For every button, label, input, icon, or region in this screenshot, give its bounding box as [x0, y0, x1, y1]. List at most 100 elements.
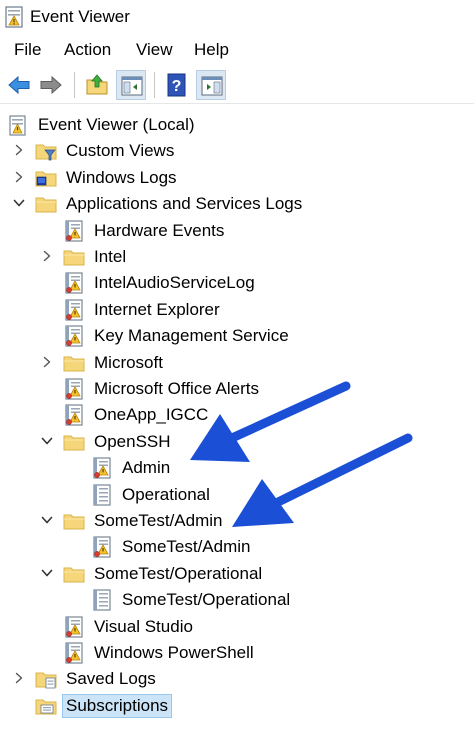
event-log-icon [65, 220, 83, 242]
tree-item[interactable]: Microsoft [0, 350, 474, 376]
menu-file[interactable]: File [14, 39, 41, 61]
tree-item[interactable]: Hardware Events [0, 218, 474, 244]
chevron-right-icon[interactable] [12, 170, 26, 184]
event-log-icon [65, 404, 83, 426]
folder-filter-icon [35, 144, 57, 161]
menu-bar: File Action View Help [0, 36, 474, 64]
tree-item-label: SomeTest/Operational [94, 563, 263, 583]
window-title: Event Viewer [30, 7, 130, 26]
log-plain-icon [93, 484, 111, 506]
folder-icon [63, 250, 85, 266]
tree-item-label: Event Viewer (Local) [38, 115, 195, 134]
event-viewer-icon [5, 6, 23, 28]
up-one-level-button[interactable] [82, 70, 112, 100]
tree-item[interactable]: Internet Explorer [0, 297, 474, 323]
folder-icon [63, 356, 85, 372]
event-log-icon [65, 272, 83, 294]
tree-item[interactable]: SomeTest/Operational [0, 561, 474, 587]
folder-saved-icon [35, 672, 57, 689]
tree-item-label: OpenSSH [94, 431, 171, 451]
toolbar-separator [74, 72, 75, 98]
tree-item-label: Applications and Services Logs [66, 194, 303, 214]
chevron-right-icon[interactable] [12, 143, 26, 157]
tree-item-label: OneApp_IGCC [94, 405, 209, 425]
forward-button[interactable] [36, 70, 66, 100]
chevron-down-icon[interactable] [40, 566, 54, 580]
chevron-right-icon[interactable] [40, 355, 54, 369]
chevron-down-icon[interactable] [40, 513, 54, 527]
subscriptions-icon [35, 699, 57, 715]
tree-item-label: SomeTest/Operational [122, 590, 291, 610]
tree-item[interactable]: Visual Studio [0, 614, 474, 640]
tree-item-label: Custom Views [66, 141, 175, 161]
chevron-right-icon[interactable] [12, 671, 26, 685]
chevron-down-icon[interactable] [40, 434, 54, 448]
tree-item-label: Key Management Service [94, 326, 289, 346]
help-icon: ? [167, 73, 186, 97]
toolbar: ? [0, 66, 474, 104]
event-viewer-icon [9, 115, 26, 136]
help-button[interactable]: ? [162, 70, 192, 100]
tree-item-label: Windows PowerShell [94, 643, 254, 662]
tree-item-label: SomeTest/Admin [94, 511, 223, 530]
tree-item-label: SomeTest/Admin [122, 537, 251, 557]
tree-item[interactable]: Subscriptions [0, 693, 474, 719]
menu-view[interactable]: View [136, 39, 173, 61]
chevron-right-icon[interactable] [40, 249, 54, 263]
tree-item[interactable]: OpenSSH [0, 429, 474, 455]
tree-item[interactable]: Intel [0, 244, 474, 270]
tree-item[interactable]: Key Management Service [0, 323, 474, 349]
tree-item[interactable]: OneApp_IGCC [0, 402, 474, 428]
tree-item[interactable]: SomeTest/Admin [0, 508, 474, 534]
tree-item[interactable]: IntelAudioServiceLog [0, 270, 474, 296]
event-log-icon [65, 299, 83, 321]
tree-item-label: Microsoft [94, 352, 163, 372]
event-log-icon [65, 642, 83, 664]
log-plain-icon [93, 589, 111, 611]
tree-item[interactable]: Applications and Services Logs [0, 191, 474, 217]
tree-item-label: Hardware Events [94, 220, 225, 240]
back-arrow-icon [8, 75, 30, 95]
tree-item-label: Operational [122, 484, 210, 504]
chevron-down-icon[interactable] [12, 196, 26, 210]
tree-item[interactable]: SomeTest/Admin [0, 534, 474, 560]
event-log-icon [93, 536, 111, 558]
tree-item-label: Admin [122, 458, 171, 478]
tree-item-label: Internet Explorer [94, 299, 220, 319]
menu-action[interactable]: Action [64, 39, 111, 61]
up-folder-icon [86, 74, 108, 95]
tree-item-label: Microsoft Office Alerts [94, 379, 260, 398]
tree-item[interactable]: Custom Views [0, 138, 474, 164]
event-log-icon [65, 378, 83, 400]
folder-icon [63, 567, 85, 583]
tree-item-label: Visual Studio [94, 616, 193, 636]
svg-text:?: ? [172, 78, 182, 95]
tree-item-label: IntelAudioServiceLog [94, 273, 255, 293]
show-hide-action-pane-button[interactable] [196, 70, 226, 100]
back-button[interactable] [4, 70, 34, 100]
tree-item[interactable]: Operational [0, 482, 474, 508]
show-hide-action-pane-icon [201, 76, 223, 96]
event-log-icon [93, 457, 111, 479]
title-bar: Event Viewer [0, 0, 474, 34]
tree-item[interactable]: Admin [0, 455, 474, 481]
folder-windows-icon [35, 171, 57, 187]
folder-icon [63, 435, 85, 451]
menu-help[interactable]: Help [194, 39, 229, 61]
show-hide-console-tree-button[interactable] [116, 70, 146, 100]
tree-item[interactable]: Microsoft Office Alerts [0, 376, 474, 402]
tree-item-label: Saved Logs [66, 669, 156, 689]
tree-item[interactable]: Event Viewer (Local) [0, 112, 474, 138]
folder-icon [63, 514, 85, 530]
event-log-icon [65, 616, 83, 638]
forward-arrow-icon [40, 75, 62, 95]
tree-item-label: Windows Logs [66, 167, 177, 187]
tree-item-label: Intel [94, 247, 127, 266]
toolbar-separator [154, 72, 155, 98]
show-hide-console-tree-icon [121, 76, 143, 96]
tree-item[interactable]: Saved Logs [0, 666, 474, 692]
tree-item[interactable]: SomeTest/Operational [0, 587, 474, 613]
event-log-icon [65, 325, 83, 347]
tree-item[interactable]: Windows PowerShell [0, 640, 474, 666]
tree-item[interactable]: Windows Logs [0, 165, 474, 191]
